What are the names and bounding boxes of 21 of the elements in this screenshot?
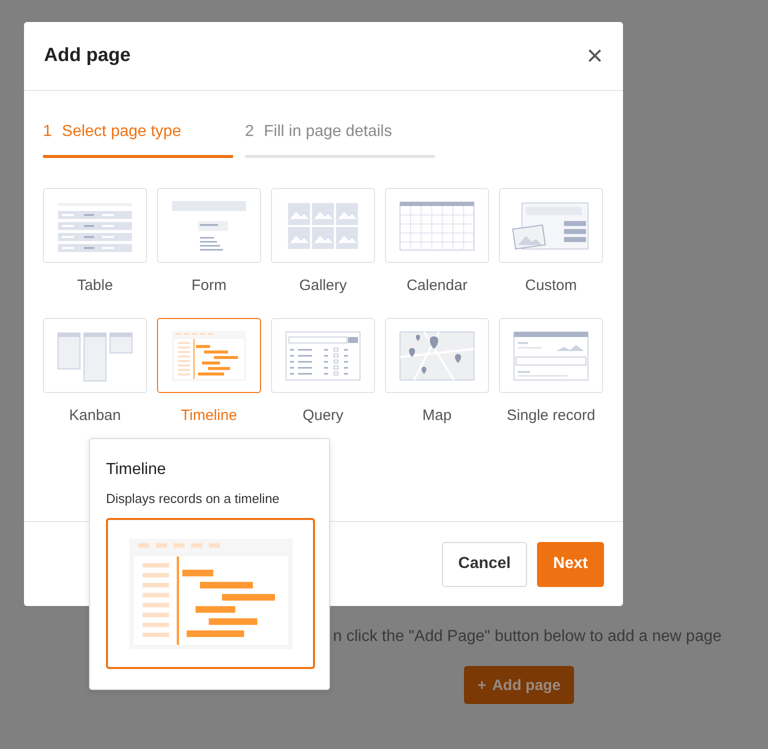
page-type-label: Single record [506,407,596,424]
dialog-title: Add page [44,45,131,67]
page-type-label: Map [422,407,452,424]
page-type-label: Table [77,277,113,294]
page-type-label: Gallery [299,277,347,294]
popover-description: Displays records on a timeline [106,491,280,506]
popover-title: Timeline [106,461,167,479]
page-type-label: Timeline [180,407,238,424]
page-type-label: Form [192,277,226,294]
step-tab[interactable]: 1 Select page type [43,123,233,158]
add-page-button[interactable]: + Add page [464,666,574,704]
step-tab[interactable]: 2 Fill in page details [245,123,435,158]
page-type-label: Query [302,407,344,424]
close-button[interactable]: × [586,42,603,70]
page-hint-text: n click the "Add Page" button below to add a new page [333,628,723,646]
page-type-label: Kanban [69,407,121,424]
page-type-label: Calendar [406,277,468,294]
page-type-label: Custom [525,277,577,294]
page-type-card[interactable] [157,318,261,393]
cancel-button[interactable]: Cancel [442,542,527,586]
next-button[interactable]: Next [537,542,604,586]
